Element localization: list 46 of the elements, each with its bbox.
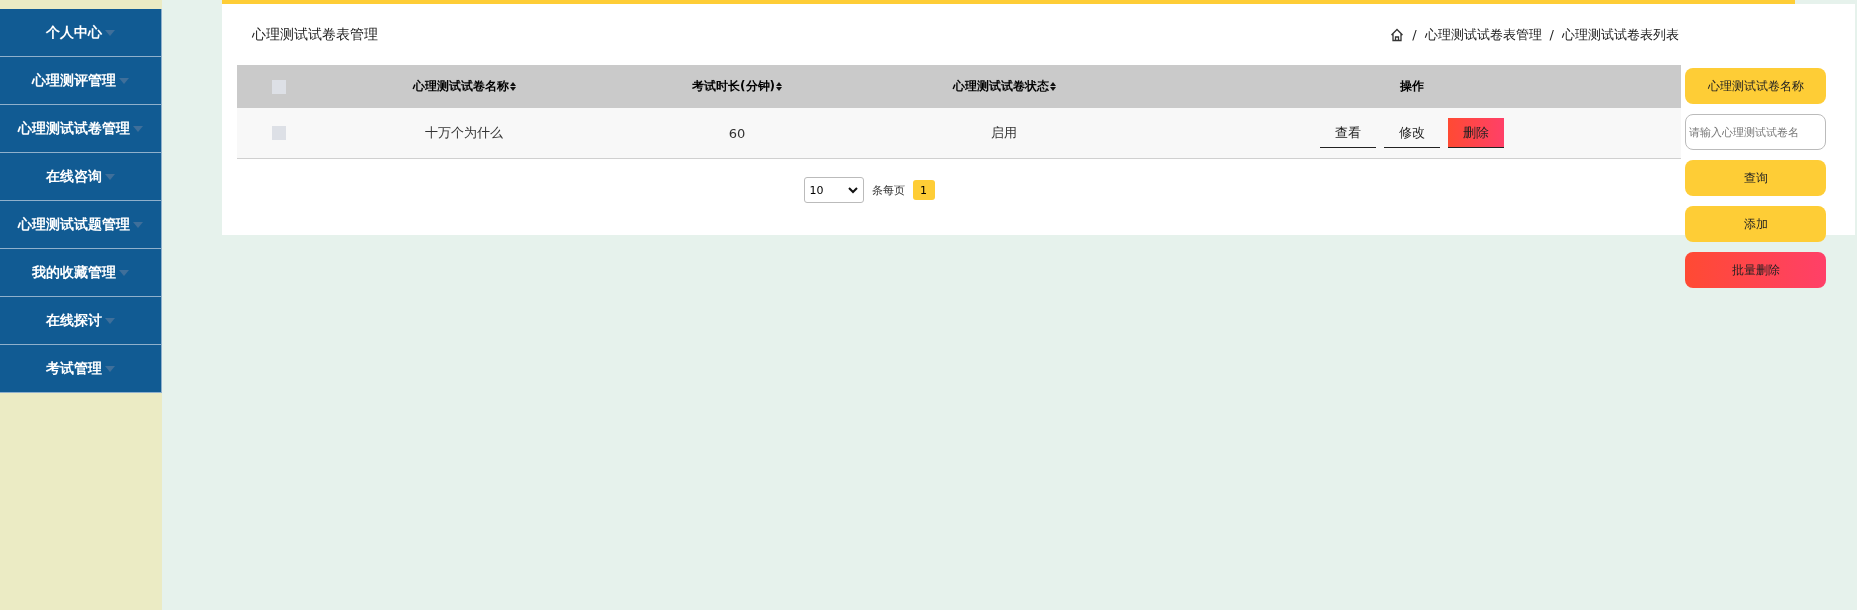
column-header[interactable]: 操作 <box>1399 78 1424 95</box>
caret-icon <box>105 29 115 36</box>
sidebar-item[interactable]: 心理测试试题管理 <box>0 201 162 249</box>
sidebar-item[interactable]: 心理测试试卷管理 <box>0 105 162 153</box>
batch-delete-button[interactable]: 批量删除 <box>1685 252 1826 288</box>
sort-icon[interactable] <box>509 82 516 91</box>
page-title: 心理测试试卷表管理 <box>252 25 378 44</box>
action-button[interactable]: 查看 <box>1319 118 1376 148</box>
search-label: 心理测试试卷名称 <box>1685 68 1826 104</box>
table-cell: 启用 <box>991 124 1017 142</box>
caret-icon <box>119 77 129 84</box>
breadcrumb-link[interactable]: 心理测试试卷表列表 <box>1562 25 1679 44</box>
caret-icon <box>119 269 129 276</box>
page-number[interactable]: 1 <box>912 180 935 200</box>
caret-icon <box>105 365 115 372</box>
sidebar-item[interactable]: 考试管理 <box>0 345 162 393</box>
home-icon[interactable] <box>1390 27 1405 42</box>
column-header[interactable]: 心理测试试卷状态 <box>952 78 1049 95</box>
caret-icon <box>105 173 115 180</box>
breadcrumb-separator: / <box>1549 27 1554 42</box>
caret-icon <box>133 125 143 132</box>
search-field[interactable]: 请输入心理测试试卷名 <box>1685 114 1826 150</box>
sidebar-item[interactable]: 心理测评管理 <box>0 57 162 105</box>
sort-icon[interactable] <box>1049 82 1056 91</box>
column-header[interactable]: 考试时长(分钟) <box>692 78 775 95</box>
sidebar-item[interactable]: 在线咨询 <box>0 153 162 201</box>
breadcrumb-link[interactable]: 心理测试试卷表管理 <box>1424 25 1542 44</box>
caret-icon <box>105 317 115 324</box>
row-checkbox[interactable] <box>271 126 286 140</box>
table-cell: 十万个为什么 <box>425 124 503 142</box>
column-header[interactable]: 心理测试试卷名称 <box>412 78 509 95</box>
delete-button[interactable]: 删除 <box>1447 118 1504 148</box>
action-button[interactable]: 添加 <box>1685 206 1826 242</box>
caret-icon <box>133 221 143 228</box>
per-page-label: 条每页 <box>871 182 905 198</box>
action-button[interactable]: 查询 <box>1685 160 1826 196</box>
sidebar-item[interactable]: 在线探讨 <box>0 297 162 345</box>
table-cell: 60 <box>728 125 746 141</box>
sort-icon[interactable] <box>776 82 782 91</box>
breadcrumb-separator: / <box>1412 27 1417 42</box>
sidebar-item[interactable]: 个人中心 <box>0 9 162 57</box>
sidebar-item[interactable]: 我的收藏管理 <box>0 249 162 297</box>
action-button[interactable]: 修改 <box>1383 118 1440 148</box>
chevron-down-icon <box>847 186 858 194</box>
select-all-checkbox[interactable] <box>271 79 286 94</box>
page-size-select[interactable]: 10 <box>803 177 864 203</box>
